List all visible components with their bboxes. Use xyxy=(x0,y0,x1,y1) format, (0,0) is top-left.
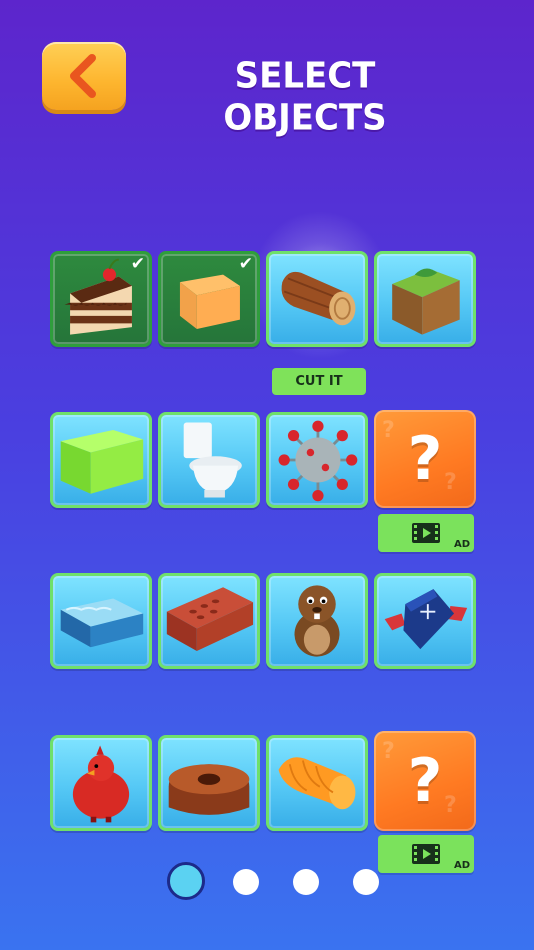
brick-icon xyxy=(166,587,254,651)
tile-grass-block[interactable] xyxy=(374,251,476,347)
tile-red-bird[interactable] xyxy=(50,735,152,831)
coffin-icon xyxy=(384,589,468,650)
tile-mystery[interactable]: ? ? ? xyxy=(374,731,476,831)
water-block-icon xyxy=(60,598,144,648)
grass-block-icon xyxy=(392,268,460,335)
tile-virus[interactable] xyxy=(266,412,368,508)
bundt-cake-icon xyxy=(168,764,250,815)
check-icon: ✔ xyxy=(130,254,145,274)
tile-brick[interactable] xyxy=(158,573,260,669)
question-mark-icon: ? xyxy=(407,746,443,816)
tile-orange-roll[interactable] xyxy=(266,735,368,831)
red-bird-icon xyxy=(72,745,130,823)
tile-bundt-cake[interactable] xyxy=(158,735,260,831)
watch-ad-button[interactable]: AD xyxy=(378,514,474,552)
green-jelly-block-icon xyxy=(60,430,144,494)
tile-cake[interactable]: ✔ xyxy=(50,251,152,347)
tile-green-jelly-block[interactable] xyxy=(50,412,152,508)
toilet-icon xyxy=(183,422,242,498)
ad-label: AD xyxy=(453,860,470,871)
page-dot-3[interactable] xyxy=(293,869,319,895)
watch-ad-button[interactable]: AD xyxy=(378,835,474,873)
page-dot-2[interactable] xyxy=(233,869,259,895)
tile-water-block[interactable] xyxy=(50,573,152,669)
tile-toilet[interactable] xyxy=(158,412,260,508)
virus-icon xyxy=(278,420,358,502)
beaver-icon xyxy=(294,585,340,657)
ad-label: AD xyxy=(453,539,470,550)
page-title: SELECT OBJECTS xyxy=(223,54,387,139)
tile-beaver[interactable] xyxy=(266,573,368,669)
page-dot-1[interactable] xyxy=(167,862,205,900)
tile-coffin[interactable] xyxy=(374,573,476,669)
log-icon xyxy=(281,271,356,326)
tile-mystery[interactable]: ? ? ? xyxy=(374,410,476,508)
question-mark-icon: ? xyxy=(407,424,443,494)
chevron-left-icon xyxy=(70,54,96,98)
film-icon xyxy=(412,844,440,864)
back-button[interactable] xyxy=(42,42,126,110)
cut-it-button[interactable]: CUT IT xyxy=(272,368,366,395)
orange-roll-icon xyxy=(278,757,356,810)
page-dot-4[interactable] xyxy=(353,869,379,895)
film-icon xyxy=(412,523,440,543)
check-icon: ✔ xyxy=(238,254,253,274)
tile-cheese-block[interactable]: ✔ xyxy=(158,251,260,347)
tile-log[interactable] xyxy=(266,251,368,347)
